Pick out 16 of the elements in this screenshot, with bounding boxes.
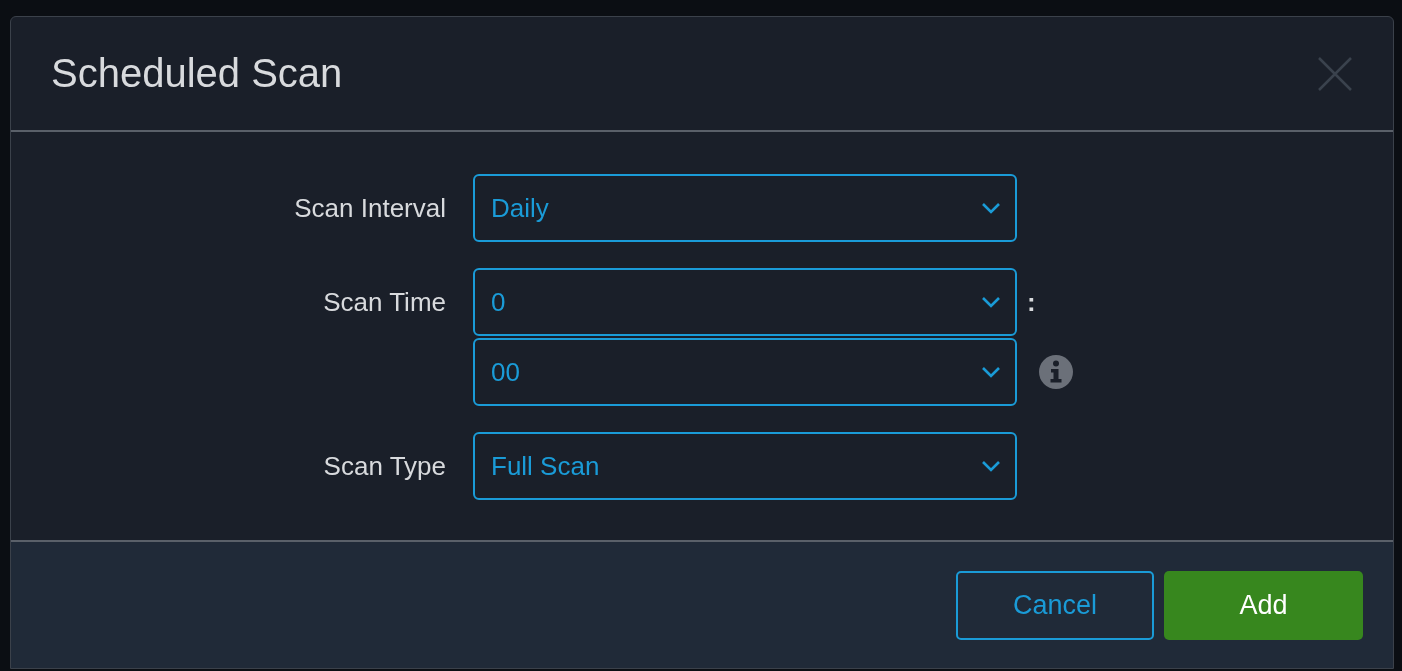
dropdown-field[interactable]: Full Scan [473,432,1017,500]
dialog-title: Scheduled Scan [51,51,343,96]
add-button[interactable]: Add [1164,570,1363,640]
dropdown-field[interactable]: Daily [473,174,1017,242]
chevron-down-icon [981,460,1001,472]
separator-text: : [1027,286,1036,318]
field-label: Scan Interval [293,192,446,225]
info-icon[interactable] [1038,354,1074,390]
chevron-down-icon [981,202,1001,214]
dropdown-field[interactable]: 00 [473,338,1017,406]
chevron-down-icon [981,296,1001,308]
dropdown-field[interactable]: 0 [473,268,1017,336]
field-label: Scan Type [322,450,446,483]
cancel-button[interactable]: Cancel [956,570,1154,640]
field-label: Scan Time [322,286,446,319]
chevron-down-icon [981,366,1001,378]
